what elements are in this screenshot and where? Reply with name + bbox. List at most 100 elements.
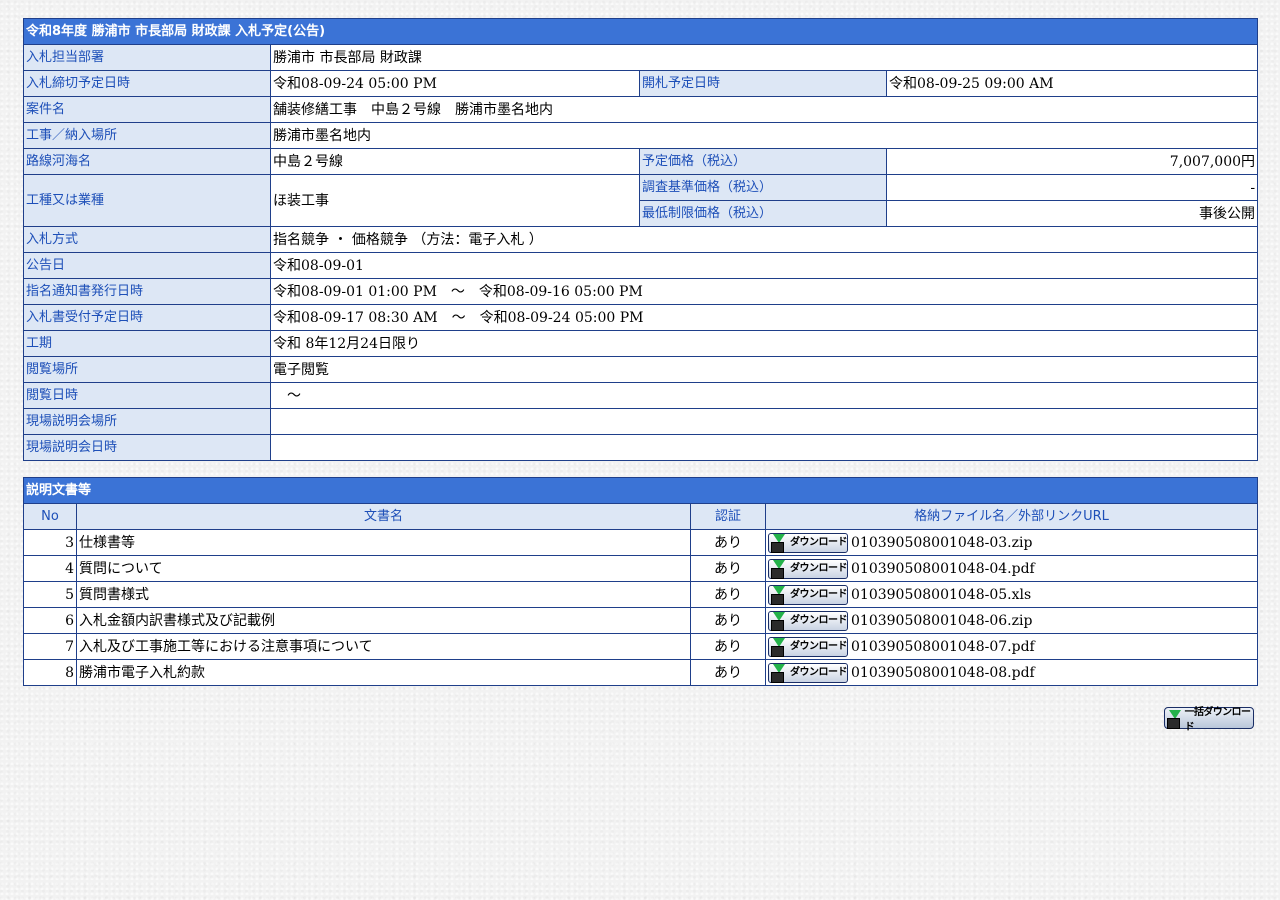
label-view-place: 閲覧場所: [23, 356, 271, 383]
label-survey-price: 調査基準価格（税込）: [639, 174, 887, 201]
doc-name: 質問書様式: [76, 581, 691, 608]
row-method: 入札方式 指名競争 ・ 価格競争 （方法：電子入札 ）: [23, 226, 1259, 253]
label-view-date: 閲覧日時: [23, 382, 271, 409]
download-label: ダウンロード: [790, 640, 848, 652]
doc-no: 8: [23, 659, 77, 686]
label-dept: 入札担当部署: [23, 44, 271, 71]
doc-name: 入札金額内訳書様式及び記載例: [76, 607, 691, 634]
download-button[interactable]: ダウンロード: [768, 662, 848, 683]
label-period: 工期: [23, 330, 271, 357]
download-button[interactable]: ダウンロード: [768, 636, 848, 657]
value-period: 令和 8年12月24日限り: [269, 330, 1259, 357]
doc-no: 4: [23, 555, 77, 582]
header-auth: 認証: [690, 503, 766, 530]
value-notice-date: 令和08-09-01: [269, 252, 1259, 279]
value-view-date: ～: [269, 382, 1259, 409]
table-row: 8 勝浦市電子入札約款 あり ダウンロード 010390508001048-08.pdf: [23, 659, 1259, 686]
download-label: ダウンロード: [790, 614, 848, 626]
label-route: 路線河海名: [23, 148, 271, 175]
documents-body: 3 仕様書等 あり ダウンロード 010390508001048-03.zip 4 質問につ…: [23, 529, 1259, 686]
doc-auth: あり: [690, 659, 766, 686]
documents-title-row: 説明文書等: [22, 477, 1259, 504]
value-deadline: 令和08-09-24 05:00 PM: [270, 70, 640, 97]
value-acceptance: 令和08-09-17 08:30 AM ～ 令和08-09-24 05:00 P…: [269, 304, 1259, 331]
download-label: ダウンロード: [790, 588, 848, 600]
download-disk-icon: [771, 534, 787, 553]
table-row: 6 入札金額内訳書様式及び記載例 あり ダウンロード 010390508001048-0…: [23, 607, 1259, 634]
download-button[interactable]: ダウンロード: [768, 532, 848, 553]
row-briefing-place: 現場説明会場所: [23, 408, 1259, 435]
doc-name: 入札及び工事施工等における注意事項について: [76, 633, 691, 660]
doc-auth: あり: [690, 529, 766, 556]
row-view-place: 閲覧場所 電子閲覧: [23, 356, 1259, 383]
file-name: 010390508001048-05.xls: [851, 586, 1032, 603]
bulk-download-label: 一括ダウンロード: [1184, 707, 1251, 733]
doc-file-cell: ダウンロード 010390508001048-07.pdf: [764, 633, 1259, 660]
value-opening: 令和08-09-25 09:00 AM: [885, 70, 1259, 97]
file-name: 010390508001048-08.pdf: [851, 664, 1035, 681]
doc-no: 7: [23, 633, 77, 660]
row-acceptance: 入札書受付予定日時 令和08-09-17 08:30 AM ～ 令和08-09-…: [23, 304, 1259, 331]
label-notice-date: 公告日: [23, 252, 271, 279]
row-place: 工事／納入場所 勝浦市墨名地内: [23, 122, 1259, 149]
value-case-name: 舗装修繕工事 中島２号線 勝浦市墨名地内: [269, 96, 1259, 123]
label-method: 入札方式: [23, 226, 271, 253]
notice-table: 令和8年度 勝浦市 市長部局 財政課 入札予定(公告) 入札担当部署 勝浦市 市…: [22, 18, 1259, 461]
value-planned-price: 7,007,000円: [885, 148, 1259, 175]
doc-auth: あり: [690, 607, 766, 634]
row-view-date: 閲覧日時 ～: [23, 382, 1259, 409]
row-notice-date: 公告日 令和08-09-01: [23, 252, 1259, 279]
download-button[interactable]: ダウンロード: [768, 584, 848, 605]
documents-header-row: No 文書名 認証 格納ファイル名／外部リンクURL: [23, 503, 1259, 530]
download-button[interactable]: ダウンロード: [768, 558, 848, 579]
label-planned-price: 予定価格（税込）: [639, 148, 887, 175]
bulk-download-button[interactable]: 一括ダウンロード: [1164, 707, 1254, 733]
label-opening: 開札予定日時: [639, 70, 887, 97]
table-row: 3 仕様書等 あり ダウンロード 010390508001048-03.zip: [23, 529, 1259, 556]
download-button[interactable]: ダウンロード: [768, 610, 848, 631]
download-disk-icon: [771, 560, 787, 579]
value-dept: 勝浦市 市長部局 財政課: [269, 44, 1259, 71]
doc-file-cell: ダウンロード 010390508001048-08.pdf: [764, 659, 1259, 686]
doc-name: 仕様書等: [76, 529, 691, 556]
label-place: 工事／納入場所: [23, 122, 271, 149]
value-method: 指名競争 ・ 価格競争 （方法：電子入札 ）: [269, 226, 1259, 253]
doc-name: 勝浦市電子入札約款: [76, 659, 691, 686]
header-file: 格納ファイル名／外部リンクURL: [764, 503, 1259, 530]
value-place: 勝浦市墨名地内: [269, 122, 1259, 149]
label-category: 工種又は業種: [23, 174, 271, 227]
download-label: ダウンロード: [790, 536, 848, 548]
header-no: No: [23, 503, 77, 530]
row-route: 路線河海名 中島２号線 予定価格（税込） 7,007,000円: [23, 148, 1259, 175]
value-briefing-date: [269, 434, 1259, 461]
row-nomination: 指名通知書発行日時 令和08-09-01 01:00 PM ～ 令和08-09-…: [23, 278, 1259, 305]
file-name: 010390508001048-06.zip: [851, 612, 1033, 629]
doc-no: 6: [23, 607, 77, 634]
page-wrapper: 令和8年度 勝浦市 市長部局 財政課 入札予定(公告) 入札担当部署 勝浦市 市…: [22, 18, 1259, 686]
doc-file-cell: ダウンロード 010390508001048-05.xls: [764, 581, 1259, 608]
value-category: ほ装工事: [270, 174, 640, 227]
label-min-price: 最低制限価格（税込）: [639, 200, 887, 227]
download-disk-icon: [771, 638, 787, 657]
row-case-name: 案件名 舗装修繕工事 中島２号線 勝浦市墨名地内: [23, 96, 1259, 123]
row-deadline: 入札締切予定日時 令和08-09-24 05:00 PM 開札予定日時 令和08…: [23, 70, 1259, 97]
doc-no: 3: [23, 529, 77, 556]
documents-title: 説明文書等: [22, 477, 1259, 504]
doc-no: 5: [23, 581, 77, 608]
label-briefing-date: 現場説明会日時: [23, 434, 271, 461]
table-row: 7 入札及び工事施工等における注意事項について あり ダウンロード 0103905080…: [23, 633, 1259, 660]
label-deadline: 入札締切予定日時: [23, 70, 271, 97]
value-route: 中島２号線: [270, 148, 640, 175]
row-dept: 入札担当部署 勝浦市 市長部局 財政課: [23, 44, 1259, 71]
notice-title: 令和8年度 勝浦市 市長部局 財政課 入札予定(公告): [22, 18, 1259, 45]
label-briefing-place: 現場説明会場所: [23, 408, 271, 435]
row-category: 工種又は業種 ほ装工事 調査基準価格（税込） -: [23, 174, 1259, 227]
file-name: 010390508001048-04.pdf: [851, 560, 1035, 577]
doc-file-cell: ダウンロード 010390508001048-04.pdf: [764, 555, 1259, 582]
value-view-place: 電子閲覧: [269, 356, 1259, 383]
documents-table: 説明文書等 No 文書名 認証 格納ファイル名／外部リンクURL 3 仕様書等 あり…: [22, 477, 1259, 686]
doc-auth: あり: [690, 581, 766, 608]
doc-name: 質問について: [76, 555, 691, 582]
doc-file-cell: ダウンロード 010390508001048-03.zip: [764, 529, 1259, 556]
value-nomination: 令和08-09-01 01:00 PM ～ 令和08-09-16 05:00 P…: [269, 278, 1259, 305]
